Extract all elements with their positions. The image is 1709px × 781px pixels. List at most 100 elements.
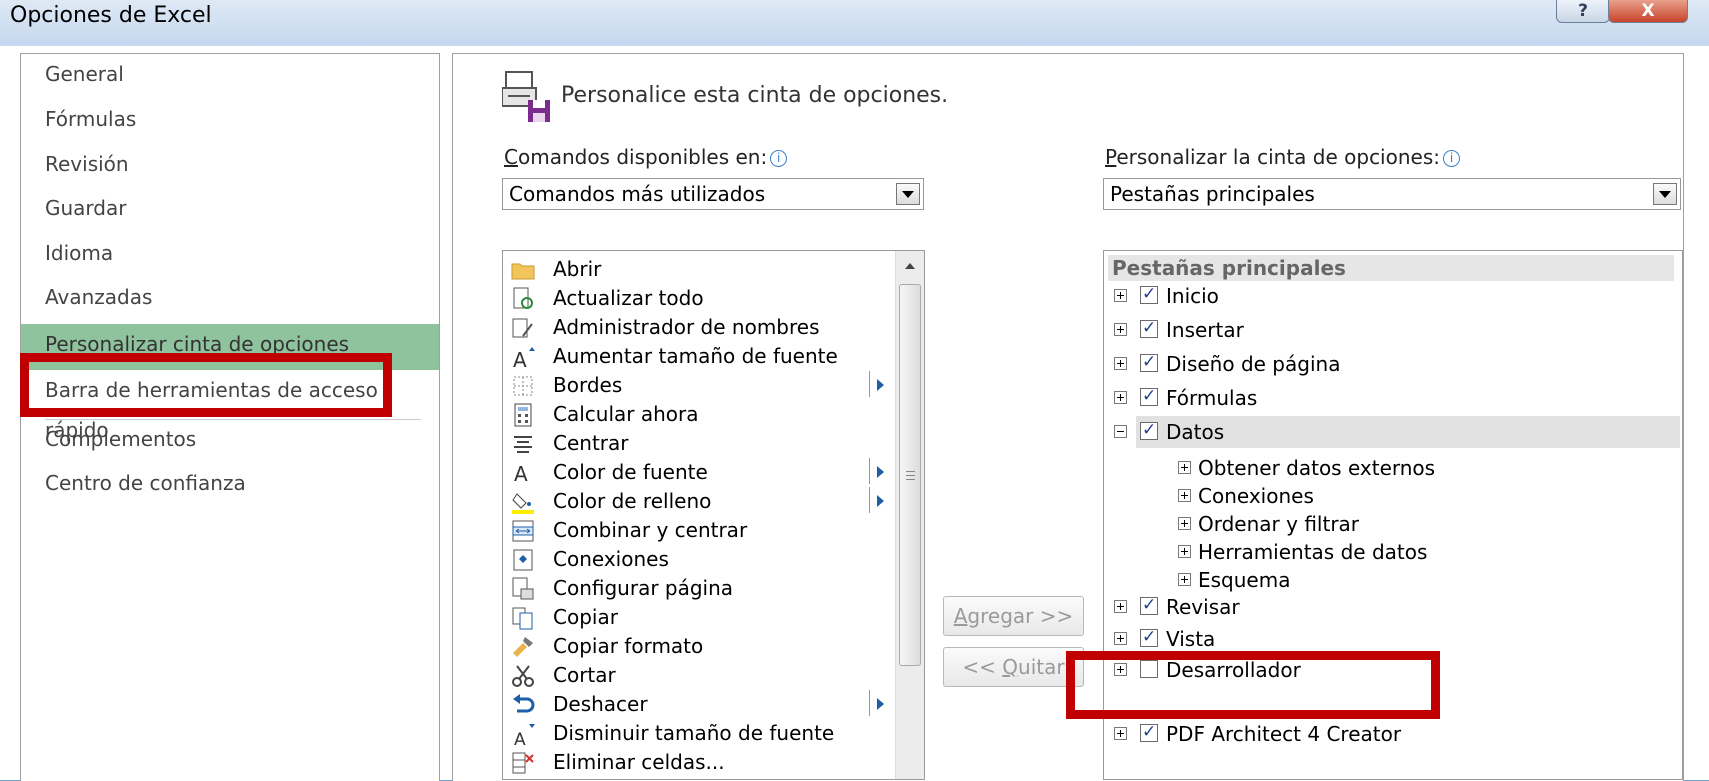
- tree-row-inicio[interactable]: Inicio: [1104, 278, 1680, 312]
- expand-icon[interactable]: [1178, 461, 1191, 474]
- tree-row-formulas[interactable]: Fórmulas: [1104, 380, 1680, 414]
- list-item[interactable]: Calcular ahora: [503, 400, 893, 429]
- remove-button[interactable]: << Quitar: [943, 647, 1084, 687]
- tab-checkbox[interactable]: [1140, 589, 1158, 621]
- tree-row-pdf-architect[interactable]: PDF Architect 4 Creator: [1104, 716, 1680, 750]
- chevron-down-icon[interactable]: [896, 183, 920, 205]
- page-title: Personalice esta cinta de opciones.: [561, 83, 949, 108]
- grip-icon: [906, 471, 915, 480]
- list-item[interactable]: Copiar formato: [503, 632, 893, 661]
- customize-ribbon-icon: [502, 71, 550, 122]
- page-setup-icon: [512, 577, 534, 600]
- decrease-font-icon: A: [514, 724, 535, 746]
- refresh-icon: [513, 287, 533, 309]
- list-item[interactable]: Deshacer: [503, 690, 893, 719]
- add-button[interactable]: Agregar >>: [943, 596, 1084, 636]
- nav-item-centro-confianza[interactable]: Centro de confianza: [21, 463, 439, 509]
- copy-icon: [512, 607, 533, 630]
- expand-icon[interactable]: [1114, 632, 1127, 645]
- list-item[interactable]: Eliminar celdas...: [503, 748, 893, 777]
- options-nav: General Fórmulas Revisión Guardar Idioma…: [20, 53, 440, 781]
- tab-checkbox[interactable]: [1140, 346, 1158, 378]
- folder-icon: [511, 263, 535, 280]
- submenu-arrow-icon[interactable]: [869, 487, 884, 513]
- merge-center-icon: [512, 520, 534, 542]
- nav-item-avanzadas[interactable]: Avanzadas: [21, 277, 439, 323]
- tab-checkbox[interactable]: [1140, 621, 1158, 653]
- list-item[interactable]: Conexiones: [503, 545, 893, 574]
- expand-icon[interactable]: [1114, 391, 1127, 404]
- list-item[interactable]: Administrador de nombres: [503, 313, 893, 342]
- nav-item-guardar[interactable]: Guardar: [21, 188, 439, 234]
- expand-icon[interactable]: [1114, 600, 1127, 613]
- format-painter-icon: [513, 637, 533, 657]
- list-item[interactable]: Cortar: [503, 661, 893, 690]
- expand-icon[interactable]: [1178, 545, 1191, 558]
- help-button[interactable]: ?: [1556, 0, 1610, 23]
- list-item[interactable]: Bordes: [503, 371, 893, 400]
- delete-cells-icon: [512, 752, 534, 774]
- ribbon-tabs-value: Pestañas principales: [1110, 182, 1315, 206]
- submenu-arrow-icon[interactable]: [869, 458, 884, 484]
- nav-item-general[interactable]: General: [21, 54, 439, 100]
- tree-row-revisar[interactable]: Revisar: [1104, 589, 1680, 623]
- info-icon[interactable]: i: [770, 150, 788, 167]
- list-item[interactable]: Actualizar todo: [503, 284, 893, 313]
- submenu-arrow-icon[interactable]: [869, 371, 884, 397]
- undo-icon: [513, 694, 535, 713]
- commands-source-select[interactable]: Comandos más utilizados: [502, 178, 924, 210]
- list-item[interactable]: A Disminuir tamaño de fuente: [503, 719, 893, 748]
- svg-text:A: A: [514, 462, 528, 485]
- tab-checkbox[interactable]: [1140, 278, 1158, 310]
- close-button[interactable]: X: [1608, 0, 1688, 23]
- nav-item-formulas[interactable]: Fórmulas: [21, 99, 439, 145]
- list-item[interactable]: Combinar y centrar: [503, 516, 893, 545]
- nav-item-complementos[interactable]: Complementos: [21, 419, 439, 465]
- info-icon[interactable]: i: [1443, 150, 1460, 167]
- expand-icon[interactable]: [1178, 573, 1191, 586]
- expand-icon[interactable]: [1114, 323, 1127, 336]
- submenu-arrow-icon[interactable]: [869, 690, 884, 716]
- list-item[interactable]: A Aumentar tamaño de fuente: [503, 342, 893, 371]
- font-color-icon: A: [514, 462, 528, 485]
- list-item[interactable]: A Color de fuente: [503, 458, 893, 487]
- nav-item-idioma[interactable]: Idioma: [21, 233, 439, 279]
- highlight-box-personalizar: [20, 353, 392, 417]
- center-align-icon: [514, 436, 532, 453]
- customize-ribbon-label: Personalizar la cinta de opciones: i: [1105, 145, 1460, 169]
- commands-scrollbar[interactable]: [895, 251, 924, 779]
- nav-item-revision[interactable]: Revisión: [21, 144, 439, 190]
- scroll-up-arrow-icon[interactable]: [905, 263, 915, 269]
- list-item[interactable]: Configurar página: [503, 574, 893, 603]
- expand-icon[interactable]: [1178, 517, 1191, 530]
- title-bar: Opciones de Excel ? X: [0, 0, 1709, 47]
- borders-icon: [513, 376, 533, 396]
- tree-row-datos-content[interactable]: Datos: [1104, 414, 1680, 448]
- collapse-icon[interactable]: [1114, 425, 1127, 438]
- tree-row-diseno-pagina[interactable]: Diseño de página: [1104, 346, 1680, 380]
- list-item[interactable]: Centrar: [503, 429, 893, 458]
- tab-checkbox[interactable]: [1140, 312, 1158, 344]
- scrollbar-thumb[interactable]: [899, 284, 921, 666]
- expand-icon[interactable]: [1178, 489, 1191, 502]
- list-item[interactable]: Color de relleno: [503, 487, 893, 516]
- window-title: Opciones de Excel: [10, 3, 212, 28]
- list-item[interactable]: Abrir: [503, 255, 893, 284]
- tree-row-insertar[interactable]: Insertar: [1104, 312, 1680, 346]
- ribbon-tabs-select[interactable]: Pestañas principales: [1103, 178, 1681, 210]
- chevron-down-icon[interactable]: [1653, 183, 1677, 205]
- expand-icon[interactable]: [1114, 289, 1127, 302]
- connections-icon: [513, 549, 533, 571]
- calculator-icon: [514, 403, 532, 427]
- scissors-icon: [512, 665, 534, 687]
- expand-icon[interactable]: [1114, 357, 1127, 370]
- tab-checkbox[interactable]: [1140, 380, 1158, 412]
- expand-icon[interactable]: [1114, 727, 1127, 740]
- list-item[interactable]: Copiar: [503, 603, 893, 632]
- commands-list[interactable]: Abrir Actualizar todo Administrador de n…: [502, 250, 925, 780]
- fill-color-icon: [512, 493, 534, 514]
- tab-checkbox[interactable]: [1140, 716, 1158, 748]
- highlight-box-desarrollador: [1066, 651, 1440, 719]
- svg-text:A: A: [513, 348, 527, 369]
- tab-checkbox[interactable]: [1140, 414, 1158, 446]
